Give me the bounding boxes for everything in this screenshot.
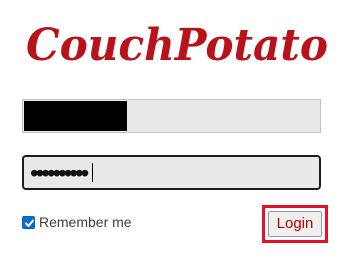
login-button-highlight: Login [262, 205, 328, 243]
logo-text: CouchPotato [26, 20, 328, 71]
password-mask: ●●●●●●●●●● [31, 166, 88, 179]
username-field[interactable] [22, 99, 321, 133]
couchpotato-logo: CouchPotato [24, 10, 334, 76]
checkmark-icon [25, 219, 34, 227]
password-field[interactable]: ●●●●●●●●●● [22, 155, 321, 190]
remember-me-label[interactable]: Remember me [39, 213, 132, 231]
text-caret [92, 163, 93, 182]
remember-me-option[interactable]: Remember me [22, 213, 132, 231]
username-redaction [24, 101, 127, 131]
logo-wordmark: CouchPotato [26, 20, 328, 71]
login-button[interactable]: Login [268, 211, 322, 237]
remember-me-checkbox[interactable] [22, 215, 35, 229]
